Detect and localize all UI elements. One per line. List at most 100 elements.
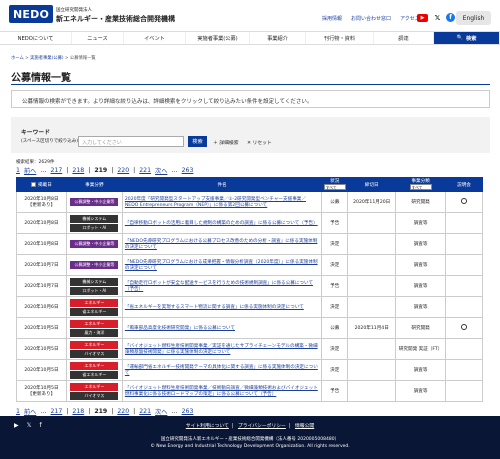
briefing-cell <box>445 380 483 402</box>
category-badge: 機械システム <box>70 214 119 223</box>
footer-link-privacy[interactable]: プライバシーポリシー <box>238 424 286 429</box>
nav-search[interactable]: 🔍 検索 <box>434 32 500 44</box>
col-category: 事業分野 <box>65 177 123 192</box>
status-cell: 決定 <box>321 233 349 255</box>
keyword-input[interactable]: 入力してください <box>78 136 184 147</box>
reset-link[interactable]: ✕ リセット <box>247 139 272 146</box>
title-link[interactable]: 2020年度「研究開発型スタートアップ支援事業／①-2研究開発型ベンチャー支援事… <box>125 197 306 208</box>
top-link-recruit[interactable]: 採用情報 <box>322 15 342 22</box>
nav-public-offer[interactable]: 実施者事業(公募) <box>186 32 250 44</box>
title-link[interactable]: 「NEDO先導研究プログラムにおける成果把握・情報分析調査（2020年度）」に係… <box>125 260 318 271</box>
title-link[interactable]: 「自律移動ロボットの活用に着目した規制の構築のための調査」に係る公募について（予… <box>125 221 318 226</box>
category-badge: エネルギー <box>70 298 119 307</box>
footer-org: 国立研究開発法人新エネルギー・産業技術総合開発機構（法人番号 202000500… <box>160 437 340 442</box>
pager-bottom: 1 前へ … 217 | 218 | 219 | 220 | 221 次へ … 263 <box>16 407 194 416</box>
youtube-icon[interactable]: ▶ <box>417 14 428 22</box>
nedo-logo[interactable]: NEDO <box>9 5 53 25</box>
table-row: 2020年10月8日 機械システム ロボット・AI 「自律移動ロボットの活用に着目した… <box>16 212 483 234</box>
pager-page[interactable]: 221 <box>139 408 151 415</box>
title-cell: 「運輸部門省エネルギー技術開発テーマの具体化に関する調査」に係る実施体制の決定に… <box>121 359 323 381</box>
x-icon[interactable]: 𝕏 <box>432 12 443 23</box>
title-cell: 「バイオジェット燃料生産技術開発事業／技術動向調査／微細藻類技術およびバイオジェ… <box>121 380 323 402</box>
category-cell: 公募調整・中小企業等 <box>65 191 123 213</box>
briefing-cell <box>445 359 483 381</box>
advanced-search-link[interactable]: ＋ 詳細検索 <box>213 139 239 146</box>
site-footer: ▶ 𝕏 f サイト利用について | プライバシーポリシー | 情報公開 国立研究開発… <box>0 416 500 459</box>
category-cell: エネルギー 省エネルギー <box>65 296 123 318</box>
pager-next[interactable]: 次へ <box>155 407 167 416</box>
updated-badge: 【更新あり】 <box>27 392 56 397</box>
status-cell: 決定 <box>321 254 349 276</box>
category-badge: 公募調整・中小企業等 <box>70 261 119 269</box>
facebook-icon[interactable]: f <box>446 13 455 22</box>
table-row: 2020年10月6日 エネルギー 省エネルギー 「省エネルギーを実現するスマート物流に… <box>16 296 483 318</box>
title-cell: 2020年度「研究開発型スタートアップ支援事業／①-2研究開発型ベンチャー支援事… <box>121 191 323 213</box>
nav-news[interactable]: ニュース <box>72 32 124 44</box>
col-date[interactable]: 掲載日 <box>16 177 67 192</box>
pager-next[interactable]: 次へ <box>155 166 167 175</box>
org-subtitle: 国立研究開発法人 <box>56 8 92 13</box>
pager-page[interactable]: 221 <box>139 167 151 174</box>
title-link[interactable]: 「運輸部門省エネルギー技術開発テーマの具体化に関する調査」に係る実施体制の決定に… <box>125 365 318 376</box>
keyword-sublabel: (スペース区切りで絞り込み) <box>21 139 78 144</box>
date-cell: 2020年10月5日 【更新あり】 <box>16 380 67 402</box>
deadline-cell <box>347 380 397 402</box>
pager-last[interactable]: 263 <box>182 408 194 415</box>
category-cell: 機械システム ロボット・AI <box>65 212 123 234</box>
category-badge: バイオマス <box>70 349 119 358</box>
top-link-contact[interactable]: お問い合わせ窓口 <box>351 15 391 22</box>
table-row: 2020年10月5日 エネルギー 風力・海洋 「風車部品高度化技術研究開発」に係る公募… <box>16 317 483 339</box>
title-link[interactable]: 「NEDO先導研究プログラムにおける公募プロセス改善のための分析・調査」に係る実… <box>125 239 318 250</box>
status-cell: 公募 <box>321 191 349 213</box>
nav-events[interactable]: イベント <box>124 32 186 44</box>
briefing-cell <box>445 275 483 297</box>
pager-prev[interactable]: 前へ <box>24 407 36 416</box>
briefing-cell <box>445 317 483 339</box>
pager-page[interactable]: 217 <box>51 167 63 174</box>
deadline-cell <box>347 254 397 276</box>
page-title: 公募情報一覧 <box>11 73 71 84</box>
col-type: 事業分類 すべて <box>395 177 447 192</box>
title-link[interactable]: 「バイオジェット燃料生産技術開発事業／技術動向調査／微細藻類技術およびバイオジェ… <box>125 386 318 397</box>
footer-copyright: © New Energy and Industrial Technology D… <box>150 444 350 449</box>
pager-first[interactable]: 1 <box>16 167 20 174</box>
category-badge: 公募調整・中小企業等 <box>70 198 119 206</box>
nav-about[interactable]: NEDOについて <box>0 32 72 44</box>
category-badge: 省エネルギー <box>70 370 119 379</box>
type-filter-select[interactable]: すべて <box>409 184 432 190</box>
pager-page[interactable]: 220 <box>117 167 129 174</box>
pager-page[interactable]: 217 <box>51 408 63 415</box>
updated-badge: 【更新あり】 <box>27 203 56 208</box>
breadcrumb-public-offer[interactable]: 実施者事業(公募) <box>30 56 63 61</box>
table-row: 2020年10月5日 エネルギー バイオマス 「バイオジェット燃料生産技術開発事業／実… <box>16 338 483 360</box>
pager-prev[interactable]: 前へ <box>24 166 36 175</box>
english-button[interactable]: English <box>456 11 491 25</box>
date-cell: 2020年10月7日 <box>16 275 67 297</box>
pager-last[interactable]: 263 <box>182 167 194 174</box>
footer-link-site-policy[interactable]: サイト利用について <box>186 424 229 429</box>
nav-projects[interactable]: 事業紹介 <box>250 32 306 44</box>
pager-first[interactable]: 1 <box>16 408 20 415</box>
title-link[interactable]: 「風車部品高度化技術研究開発」に係る公募について <box>125 326 235 331</box>
category-badge: 機械システム <box>70 277 119 286</box>
title-link[interactable]: 「自動走行ロボットが安全な配送サービスを行うための技術規制調査」に係る公募につい… <box>125 281 313 292</box>
breadcrumb-home[interactable]: ホーム <box>11 56 24 61</box>
category-badge: バイオマス <box>70 391 119 400</box>
type-cell: 調査等 <box>395 212 447 234</box>
status-cell: 決定 <box>321 338 349 360</box>
keyword-search-button[interactable]: 検索 <box>188 136 207 147</box>
pager-page[interactable]: 218 <box>72 408 84 415</box>
title-link[interactable]: 「バイオジェット燃料生産技術開発事業／実証を通じたサプライチェーンモデルの構築・… <box>125 344 318 355</box>
title-link[interactable]: 「省エネルギーを実現するスマート物流に関する調査」に係る実施体制の決定について <box>125 305 304 310</box>
type-cell: 研究開発 実証（FT） <box>395 338 447 360</box>
title-cell: 「自動走行ロボットが安全な配送サービスを行うための技術規制調査」に係る公募につい… <box>121 275 323 297</box>
footer-link-disclosure[interactable]: 情報公開 <box>295 424 314 429</box>
nav-procurement[interactable]: 調達 <box>374 32 434 44</box>
status-filter-select[interactable]: すべて <box>323 184 346 190</box>
nav-publications[interactable]: 刊行物・資料 <box>306 32 374 44</box>
pager-page[interactable]: 218 <box>72 167 84 174</box>
date-cell: 2020年10月5日 <box>16 359 67 381</box>
pager-page[interactable]: 220 <box>117 408 129 415</box>
result-count: 検索結果：2629件 <box>16 160 55 165</box>
checkbox[interactable] <box>31 181 37 187</box>
